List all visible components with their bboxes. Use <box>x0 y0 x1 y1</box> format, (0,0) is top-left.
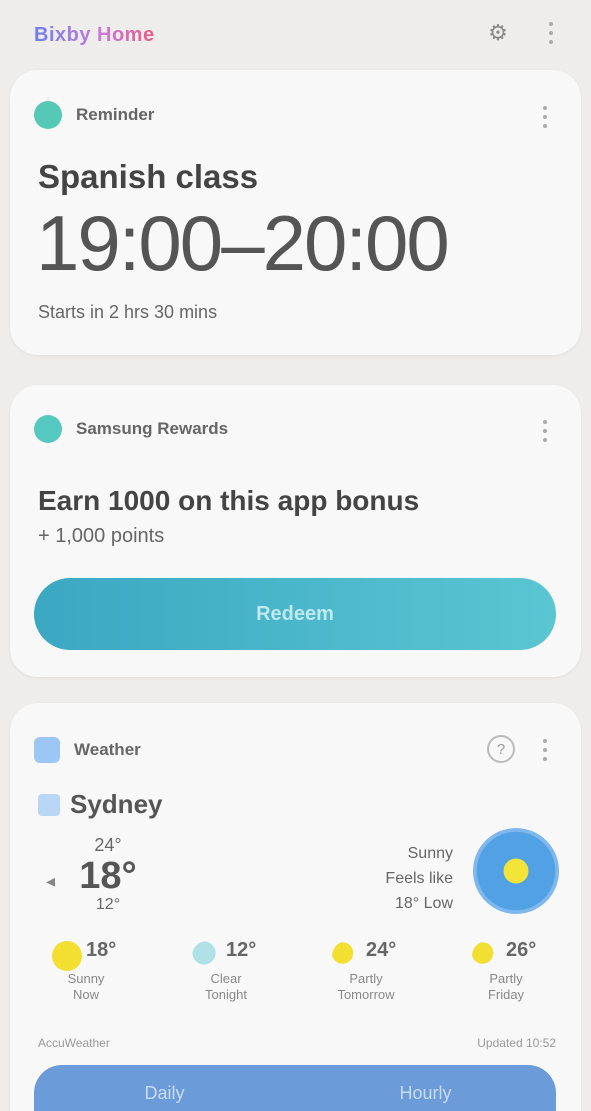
forecast-temp: 18° <box>86 939 117 961</box>
app-brand-title: Bixby Home <box>34 24 155 46</box>
condition-line: 18° Low <box>395 895 453 912</box>
forecast-desc: Sunny Now <box>67 971 105 1002</box>
forecast-item: 12° Clear Tonight <box>176 931 276 1011</box>
weather-card[interactable]: Weather ? Sydney ◂ 24° 18° 12° Sunny Fee… <box>10 703 581 1111</box>
forecast-item: 18° Sunny Now <box>36 931 136 1011</box>
forecast-temp: 12° <box>226 939 257 961</box>
card-app-name: Weather <box>74 740 141 759</box>
card-menu-icon[interactable] <box>535 735 555 765</box>
update-info-row: AccuWeather Updated 10:52 <box>38 1036 556 1050</box>
card-app-name: Samsung Rewards <box>76 419 229 438</box>
forecast-desc: Clear Tonight <box>205 971 247 1002</box>
reminder-app-icon <box>34 101 62 129</box>
card-header: Weather <box>34 733 141 767</box>
forecast-temp: 26° <box>506 939 537 961</box>
updated-label: Updated 10:52 <box>477 1036 556 1050</box>
temperature-arrow-icon: ◂ <box>46 871 56 891</box>
forecast-item: 24° Partly Tomorrow <box>316 931 416 1011</box>
forecast-temp: 24° <box>366 939 397 961</box>
help-icon[interactable]: ? <box>487 735 515 763</box>
rewards-title: Earn 1000 on this app bonus <box>38 485 420 516</box>
forecast-item: 26° Partly Friday <box>456 931 556 1011</box>
forecast-desc: Partly Friday <box>487 971 525 1002</box>
top-bar: Bixby Home ⚙ <box>0 0 591 70</box>
location-row[interactable]: Sydney <box>38 789 163 820</box>
condition-text: Sunny Feels like 18° Low <box>385 841 453 916</box>
partly-cloudy-icon <box>472 941 502 971</box>
forecast-row: 18° Sunny Now 12° Clear Tonight 24° Partly… <box>36 931 556 1011</box>
reminder-title: Spanish class <box>38 158 259 195</box>
redeem-button[interactable]: Redeem <box>34 578 556 650</box>
condition-line: Sunny <box>407 845 453 862</box>
kebab-icon[interactable] <box>535 17 567 49</box>
condition-line: Feels like <box>385 870 453 887</box>
source-label: AccuWeather <box>38 1036 110 1050</box>
card-menu-icon[interactable] <box>535 416 555 446</box>
card-menu-icon[interactable] <box>535 102 555 132</box>
reminder-time: 19:00–20:00 <box>36 199 450 287</box>
sun-icon <box>473 828 559 914</box>
gear-icon[interactable]: ⚙ <box>482 17 514 49</box>
rewards-subtitle: + 1,000 points <box>38 525 165 547</box>
forecast-desc: Partly Tomorrow <box>337 971 395 1002</box>
current-high: 24° <box>94 835 122 855</box>
partly-cloudy-icon <box>332 941 362 971</box>
current-temp: 18° <box>79 855 137 897</box>
location-name: Sydney <box>70 789 163 819</box>
card-header: Reminder <box>34 98 154 132</box>
card-app-name: Reminder <box>76 105 155 124</box>
hourly-button[interactable]: Hourly <box>295 1065 556 1111</box>
rewards-card[interactable]: Samsung Rewards Earn 1000 on this app bo… <box>10 385 581 677</box>
reminder-subtitle: Starts in 2 hrs 30 mins <box>38 302 218 322</box>
location-icon <box>38 793 60 816</box>
moon-icon <box>192 941 222 971</box>
weather-app-icon <box>34 737 60 763</box>
current-low: 12° <box>95 896 121 913</box>
reminder-card[interactable]: Reminder Spanish class 19:00–20:00 Start… <box>10 70 581 355</box>
weather-button-bar: Daily Hourly <box>34 1065 556 1111</box>
rewards-app-icon <box>34 415 62 443</box>
current-temperatures: 24° 18° 12° <box>76 835 140 914</box>
daily-button[interactable]: Daily <box>34 1065 295 1111</box>
card-header: Samsung Rewards <box>34 412 228 446</box>
sun-icon <box>52 941 82 971</box>
